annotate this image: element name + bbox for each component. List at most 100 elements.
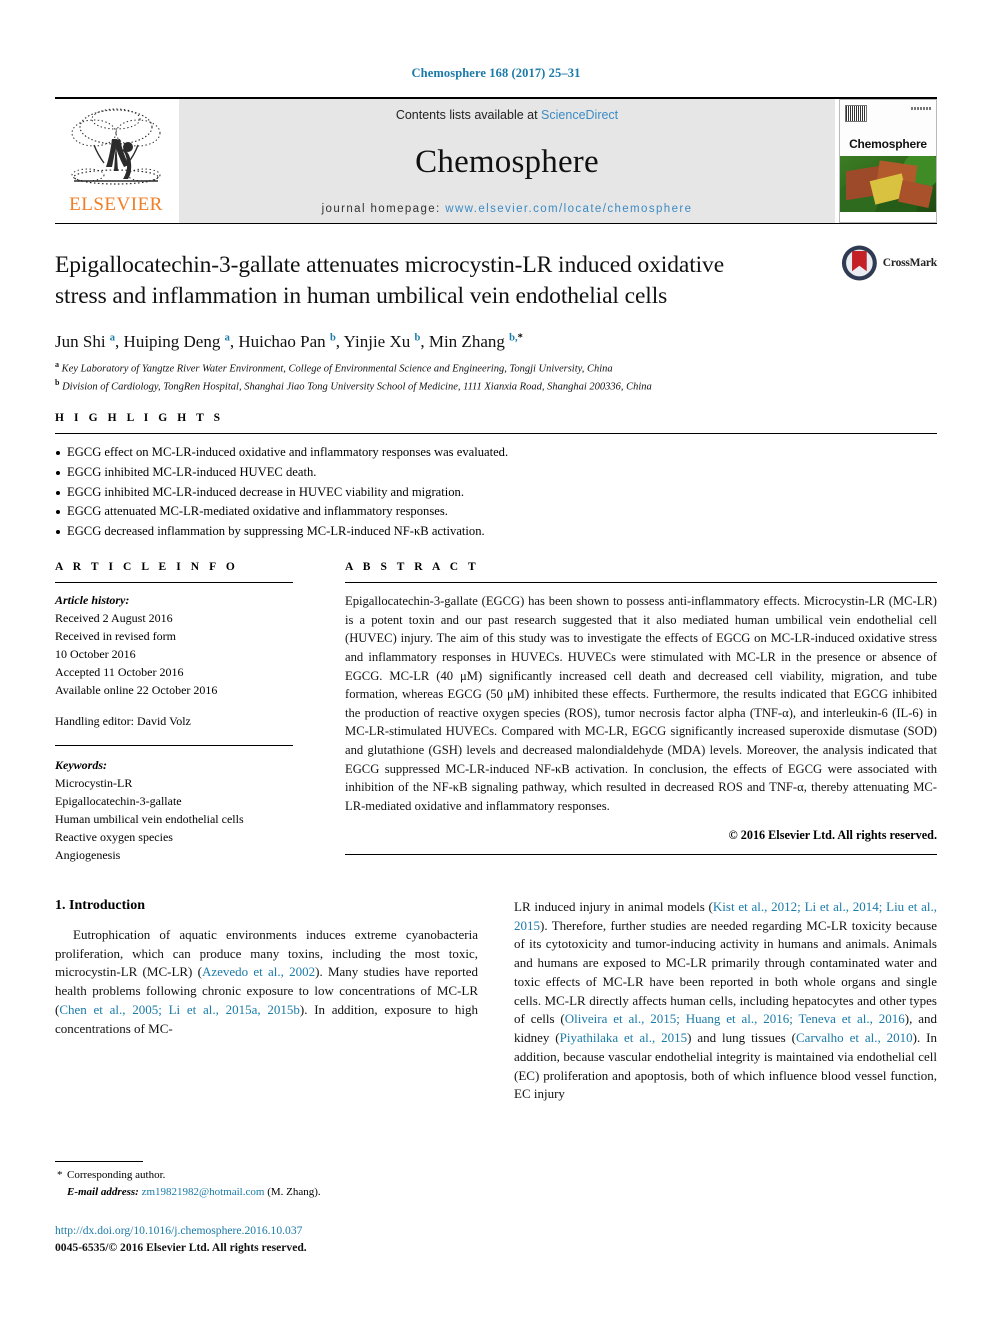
contents-line: Contents lists available at ScienceDirec… <box>396 108 618 122</box>
journal-masthead: ELSEVIER Contents lists available at Sci… <box>55 97 937 223</box>
list-item: EGCG decreased inflammation by suppressi… <box>55 522 937 542</box>
keyword-item: Human umbilical vein endothelial cells <box>55 812 244 827</box>
article-info-section: A R T I C L E I N F O Article history: R… <box>55 561 293 864</box>
body-column-right: LR induced injury in animal models (Kist… <box>514 898 937 1104</box>
crossmark-badge[interactable]: CrossMark <box>841 240 937 286</box>
author-affiliation-marker: a <box>224 332 230 344</box>
elsevier-wordmark: ELSEVIER <box>69 194 163 215</box>
author-item: Huiping Deng a <box>123 332 230 352</box>
citation-link[interactable]: Kist et al., 2012; Li et al., 2014; Liu … <box>514 899 937 933</box>
homepage-prefix: journal homepage: <box>321 203 446 215</box>
asterisk-icon: * <box>57 1169 63 1181</box>
cover-journal-name: Chemosphere <box>849 137 927 152</box>
title-block: Epigallocatechin-3-gallate attenuates mi… <box>55 224 937 394</box>
article-info-bottom-rule <box>55 745 293 747</box>
journal-banner: Contents lists available at ScienceDirec… <box>179 99 835 223</box>
cover-shape <box>897 180 933 209</box>
author-affiliation-marker: b <box>414 332 421 344</box>
highlights-list: EGCG effect on MC-LR-induced oxidative a… <box>55 443 937 541</box>
abstract-bottom-rule <box>345 854 937 856</box>
citation-link[interactable]: Chen et al., 2005; Li et al., 2015a, 201… <box>59 1002 300 1017</box>
corresponding-author-label: Corresponding author. <box>67 1169 166 1181</box>
author-affiliation-marker: b, <box>509 332 518 344</box>
keyword-item: Microcystin-LR <box>55 776 133 791</box>
page-title: Epigallocatechin-3-gallate attenuates mi… <box>55 252 725 310</box>
abstract-heading: A B S T R A C T <box>345 561 480 574</box>
author-item: Min Zhang b,* <box>428 332 523 352</box>
cover-footer <box>840 212 936 222</box>
affiliation-text: Division of Cardiology, TongRen Hospital… <box>62 381 652 393</box>
section-title-introduction: 1. Introduction <box>55 898 478 914</box>
contents-prefix: Contents lists available at <box>395 108 542 122</box>
keyword-item: Angiogenesis <box>55 848 121 863</box>
elsevier-tree-icon <box>64 105 168 193</box>
author-list: Jun Shi a, Huiping Deng a, Huichao Pan b… <box>55 332 523 352</box>
author-item: Huichao Pan b <box>238 332 336 352</box>
affiliation-marker: b <box>55 377 60 387</box>
corresponding-author-note: * Corresponding author. E-mail address: … <box>55 1167 475 1200</box>
handling-editor: Handling editor: David Volz <box>55 714 191 729</box>
history-item: Received in revised form <box>55 629 176 644</box>
journal-homepage-line: journal homepage: www.elsevier.com/locat… <box>322 203 693 215</box>
article-history: Article history: Received 2 August 2016 … <box>55 591 293 699</box>
list-item: EGCG inhibited MC-LR-induced decrease in… <box>55 483 937 503</box>
citation-link[interactable]: Azevedo et al., 2002 <box>202 964 315 979</box>
affiliation-list: a Key Laboratory of Yangtze River Water … <box>55 359 937 394</box>
history-item: Received 2 August 2016 <box>55 611 173 626</box>
author-affiliation-marker: b <box>329 332 336 344</box>
barcode-icon <box>845 105 867 122</box>
footnote-rule <box>55 1161 143 1162</box>
history-item: 10 October 2016 <box>55 647 136 662</box>
author-affiliation-marker: a <box>109 332 116 344</box>
affiliation-item: a Key Laboratory of Yangtze River Water … <box>55 359 937 377</box>
author-item: Jun Shi a <box>55 332 116 352</box>
affiliation-item: b Division of Cardiology, TongRen Hospit… <box>55 377 937 395</box>
citation-link[interactable]: Oliveira et al., 2015; Huang et al., 201… <box>565 1011 905 1026</box>
crossmark-label: CrossMark <box>882 257 937 269</box>
introduction-paragraph-right: LR induced injury in animal models (Kist… <box>514 899 938 1102</box>
abstract-rule <box>345 582 937 584</box>
list-item: EGCG effect on MC-LR-induced oxidative a… <box>55 443 937 463</box>
abstract-section: A B S T R A C T Epigallocatechin-3-galla… <box>345 561 937 864</box>
abstract-text: Epigallocatechin-3-gallate (EGCG) has be… <box>345 594 937 813</box>
page-footer: * Corresponding author. E-mail address: … <box>55 1161 475 1257</box>
citation-link[interactable]: Piyathilaka et al., 2015 <box>560 1030 688 1045</box>
elsevier-logo: ELSEVIER <box>55 99 177 223</box>
affiliation-marker: a <box>55 360 59 370</box>
doi-block: http://dx.doi.org/10.1016/j.chemosphere.… <box>55 1222 475 1257</box>
keywords-label: Keywords: <box>55 758 107 773</box>
history-item: Available online 22 October 2016 <box>55 683 218 698</box>
list-item: EGCG attenuated MC-LR-mediated oxidative… <box>55 502 937 522</box>
email-link[interactable]: zm19821982@hotmail.com <box>142 1186 265 1198</box>
keyword-item: Epigallocatechin-3-gallate <box>55 794 182 809</box>
cover-artwork <box>840 156 936 213</box>
sciencedirect-link[interactable]: ScienceDirect <box>541 108 618 122</box>
email-label: E-mail address: <box>67 1185 139 1198</box>
cover-small-text <box>911 107 931 110</box>
article-history-label: Article history: <box>55 593 130 608</box>
list-item: EGCG inhibited MC-LR-induced HUVEC death… <box>55 463 937 483</box>
article-page: Chemosphere 168 (2017) 25–31 ELSEVIER Co… <box>0 0 992 1323</box>
cover-top: Chemosphere <box>840 100 936 157</box>
journal-title: Chemosphere <box>415 144 599 180</box>
body-columns: 1. Introduction Eutrophication of aquati… <box>55 898 937 1104</box>
keywords-block: Keywords: Microcystin-LR Epigallocatechi… <box>55 756 293 864</box>
highlights-heading: H I G H L I G H T S <box>55 412 224 425</box>
journal-homepage-link[interactable]: www.elsevier.com/locate/chemosphere <box>445 203 692 215</box>
highlights-rule <box>55 433 937 435</box>
affiliation-text: Key Laboratory of Yangtze River Water En… <box>61 363 613 375</box>
section-name: Introduction <box>69 898 145 914</box>
doi-link[interactable]: http://dx.doi.org/10.1016/j.chemosphere.… <box>55 1222 475 1239</box>
article-info-rule <box>55 582 293 584</box>
section-number: 1. <box>55 898 66 914</box>
issn-copyright: 0045-6535/© 2016 Elsevier Ltd. All right… <box>55 1241 307 1255</box>
citation-link[interactable]: Carvalho et al., 2010 <box>796 1030 913 1045</box>
email-owner: (M. Zhang). <box>267 1185 321 1198</box>
article-info-heading: A R T I C L E I N F O <box>55 561 239 574</box>
corresponding-author-marker: * <box>517 332 523 344</box>
running-head: Chemosphere 168 (2017) 25–31 <box>411 66 581 80</box>
highlights-section: H I G H L I G H T S EGCG effect on MC-LR… <box>55 412 937 541</box>
journal-cover-thumbnail: Chemosphere <box>839 99 937 223</box>
history-item: Accepted 11 October 2016 <box>55 665 184 680</box>
body-column-left: 1. Introduction Eutrophication of aquati… <box>55 898 478 1104</box>
